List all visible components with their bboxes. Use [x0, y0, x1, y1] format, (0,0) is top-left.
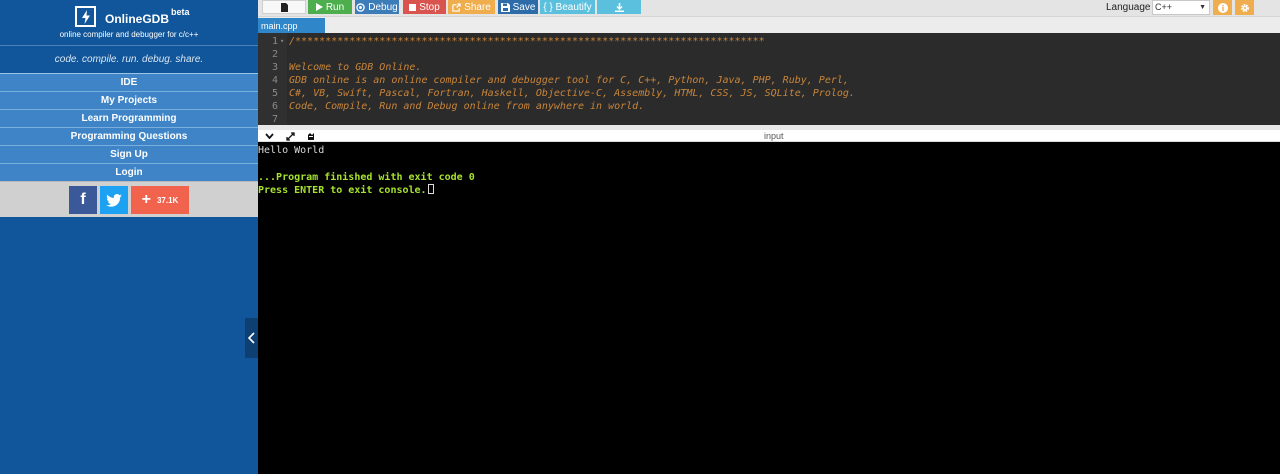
- share-label: Share: [464, 1, 491, 13]
- code-text: C#, VB, Swift, Pascal, Fortran, Haskell,…: [289, 88, 855, 99]
- code-line: 2: [258, 48, 1280, 61]
- code-text: Welcome to GDB Online.: [289, 62, 422, 73]
- nav-item-programming-questions[interactable]: Programming Questions: [0, 127, 258, 145]
- chevron-left-icon: [248, 332, 255, 344]
- console-line: ...Program finished with exit code 0: [258, 172, 475, 183]
- share-icon: [452, 2, 461, 12]
- twitter-icon: [106, 193, 122, 207]
- fold-arrow-icon[interactable]: ▾: [280, 35, 284, 48]
- input-label: input: [764, 131, 784, 141]
- line-number: 7: [271, 114, 278, 125]
- code-line: 5 C#, VB, Swift, Pascal, Fortran, Haskel…: [258, 87, 1280, 100]
- download-button[interactable]: [597, 0, 641, 14]
- code-line: 7: [258, 113, 1280, 125]
- line-number: 3: [271, 62, 278, 73]
- text-cursor: [427, 184, 434, 194]
- file-icon: [280, 2, 288, 12]
- info-icon: [1217, 2, 1228, 13]
- language-select[interactable]: C++ ▼: [1152, 0, 1210, 15]
- line-number: 1: [271, 36, 278, 47]
- run-button[interactable]: Run: [308, 0, 352, 14]
- lightning-logo-icon[interactable]: [75, 6, 96, 27]
- save-label: Save: [512, 1, 536, 13]
- beta-badge: beta: [171, 7, 190, 17]
- nav-item-my-projects[interactable]: My Projects: [0, 91, 258, 109]
- line-number: 2: [271, 49, 278, 60]
- stop-icon: [409, 3, 417, 11]
- social-bar: f + 37.1K: [0, 181, 258, 217]
- code-text: Code, Compile, Run and Debug online from…: [289, 101, 645, 112]
- beautify-button[interactable]: { } Beautify: [540, 0, 595, 14]
- code-text: /***************************************…: [289, 36, 765, 47]
- console-header: input: [258, 130, 1280, 142]
- language-label: Language: [1106, 2, 1151, 13]
- line-number: 6: [271, 101, 278, 112]
- divider: [0, 45, 258, 46]
- sidebar: OnlineGDB beta online compiler and debugg…: [0, 0, 258, 474]
- brand-name-text: OnlineGDB: [105, 12, 170, 26]
- beautify-label: { } Beautify: [543, 1, 592, 13]
- sidebar-nav: IDE My Projects Learn Programming Progra…: [0, 73, 258, 181]
- stop-button[interactable]: Stop: [403, 0, 446, 14]
- dropdown-caret-icon: ▼: [1199, 4, 1206, 11]
- expand-icon[interactable]: [283, 130, 297, 142]
- run-label: Run: [325, 1, 345, 13]
- console-line: Hello World: [258, 145, 325, 156]
- console-text: Press ENTER to exit console.: [258, 185, 427, 196]
- debug-button[interactable]: Debug: [355, 0, 399, 14]
- brand-header: OnlineGDB beta online compiler and debugg…: [0, 0, 258, 46]
- brand-name[interactable]: OnlineGDB beta: [105, 7, 190, 26]
- facebook-icon: f: [80, 191, 86, 208]
- debug-icon: [356, 2, 366, 12]
- gear-icon: [1240, 3, 1249, 12]
- tab-main-cpp[interactable]: main.cpp: [258, 18, 325, 34]
- nav-item-ide[interactable]: IDE: [0, 73, 258, 91]
- console-output[interactable]: Hello World ...Program finished with exi…: [258, 143, 1280, 474]
- code-text: GDB online is an online compiler and deb…: [289, 75, 849, 86]
- info-button[interactable]: [1213, 0, 1232, 15]
- collapse-sidebar-button[interactable]: [245, 318, 258, 358]
- line-number: 5: [271, 88, 278, 99]
- share-button[interactable]: Share: [448, 0, 495, 14]
- language-value: C++: [1155, 2, 1173, 12]
- play-icon: [315, 3, 323, 11]
- toolbar: Run Debug Stop Share Save { } Beautify L…: [258, 0, 1280, 16]
- debug-label: Debug: [368, 1, 398, 13]
- settings-button[interactable]: [1235, 0, 1254, 15]
- facebook-button[interactable]: f: [69, 186, 97, 214]
- clear-console-icon[interactable]: [304, 130, 318, 142]
- line-number: 4: [271, 75, 278, 86]
- save-button[interactable]: Save: [498, 0, 538, 14]
- file-tab-bar: main.cpp: [258, 16, 1280, 34]
- floppy-disk-icon: [500, 2, 510, 12]
- chevron-down-icon[interactable]: [262, 130, 276, 142]
- nav-item-sign-up[interactable]: Sign Up: [0, 145, 258, 163]
- code-line: 1 ▾ /***********************************…: [258, 35, 1280, 48]
- share-count: 37.1K: [156, 195, 179, 205]
- motto: code. compile. run. debug. share.: [54, 54, 204, 65]
- code-line: 3 Welcome to GDB Online.: [258, 61, 1280, 74]
- nav-item-login[interactable]: Login: [0, 163, 258, 181]
- share-count-button[interactable]: + 37.1K: [131, 186, 189, 214]
- code-line: 4 GDB online is an online compiler and d…: [258, 74, 1280, 87]
- download-icon: [614, 2, 624, 12]
- code-line: 6 Code, Compile, Run and Debug online fr…: [258, 100, 1280, 113]
- plus-icon: +: [141, 191, 151, 208]
- console-line: Press ENTER to exit console.: [258, 184, 434, 197]
- code-editor[interactable]: 1 ▾ /***********************************…: [258, 33, 1280, 125]
- new-file-button[interactable]: [262, 0, 306, 14]
- brand-tagline: online compiler and debugger for c/c++: [59, 30, 199, 39]
- twitter-button[interactable]: [100, 186, 128, 214]
- stop-label: Stop: [419, 1, 440, 13]
- nav-item-learn-programming[interactable]: Learn Programming: [0, 109, 258, 127]
